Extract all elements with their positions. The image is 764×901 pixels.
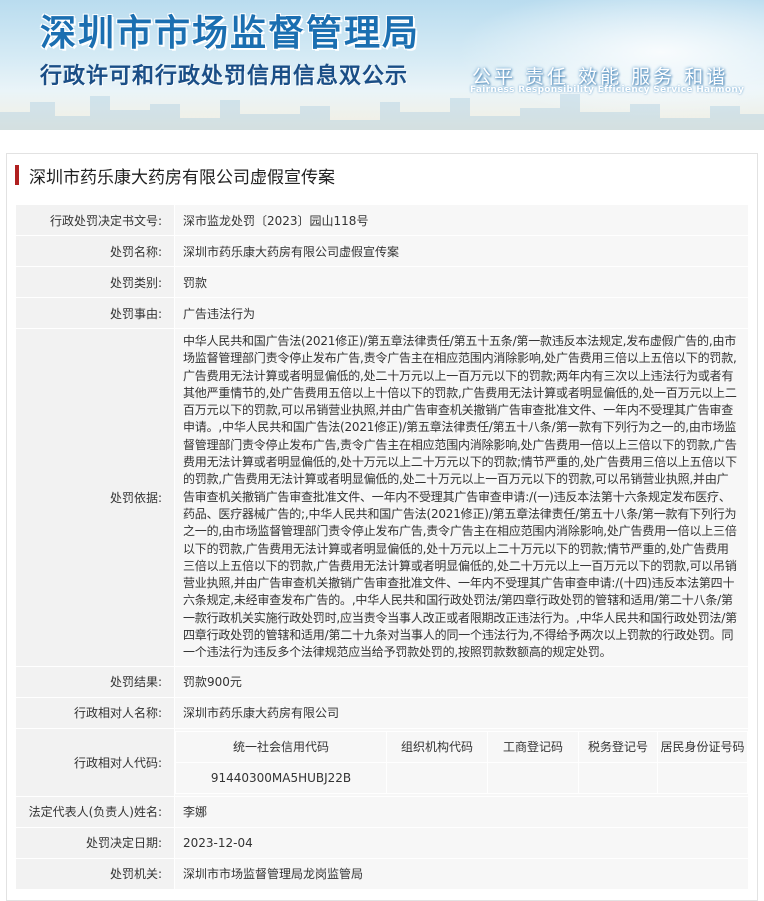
table-row: 处罚依据: 中华人民共和国广告法(2021修正)/第五章法律责任/第五十五条/第… [15,328,749,667]
penalty-reason-label: 处罚事由: [15,297,175,329]
penalty-name-label: 处罚名称: [15,235,175,267]
table-row: 行政相对人名称: 深圳市药乐康大药房有限公司 [15,696,749,729]
code-value-row: 91440300MA5HUBJ22B [175,761,748,794]
site-banner: 深圳市市场监督管理局 行政许可和行政处罚信用信息双公示 公平 责任 效能 服务 … [0,0,764,130]
penalty-result-label: 处罚结果: [15,665,175,698]
table-row: 行政处罚决定书文号: 深市监龙处罚〔2023〕园山118号 [15,204,749,236]
penalty-name-value: 深圳市药乐康大药房有限公司虚假宣传案 [174,235,749,267]
code-header-tax: 税务登记号 [578,730,658,763]
code-value-credit: 91440300MA5HUBJ22B [175,761,387,794]
table-row: 处罚名称: 深圳市药乐康大药房有限公司虚假宣传案 [15,235,749,267]
code-header-credit: 统一社会信用代码 [175,730,387,763]
party-code-label: 行政相对人代码: [15,727,175,797]
penalty-type-label: 处罚类别: [15,266,175,298]
table-row: 处罚事由: 广告违法行为 [15,297,749,329]
party-name-label: 行政相对人名称: [15,696,175,729]
code-value-id [657,761,748,794]
code-header-business: 工商登记码 [487,730,579,763]
penalty-basis-value: 中华人民共和国广告法(2021修正)/第五章法律责任/第五十五条/第一款违反本法… [174,328,749,667]
table-row: 法定代表人(负责人)姓名: 李娜 [15,795,749,828]
site-title: 深圳市市场监督管理局 [40,13,421,54]
code-header-row: 统一社会信用代码 组织机构代码 工商登记码 税务登记号 居民身份证号码 [175,730,748,763]
code-header-org: 组织机构代码 [386,730,488,763]
decision-no-label: 行政处罚决定书文号: [15,204,175,236]
code-value-business [487,761,579,794]
party-code-cell: 统一社会信用代码 组织机构代码 工商登记码 税务登记号 居民身份证号码 9144… [174,727,749,797]
legal-rep-label: 法定代表人(负责人)姓名: [15,795,175,828]
legal-rep-value: 李娜 [174,795,749,828]
site-slogan-english: Fairness Responsibility Efficiency Servi… [470,85,745,95]
case-title-bar: 深圳市药乐康大药房有限公司虚假宣传案 [7,154,757,196]
party-code-table: 统一社会信用代码 组织机构代码 工商登记码 税务登记号 居民身份证号码 9144… [175,730,748,794]
table-row: 处罚类别: 罚款 [15,266,749,298]
party-name-value: 深圳市药乐康大药房有限公司 [174,696,749,729]
code-value-tax [578,761,658,794]
penalty-org-value: 深圳市市场监督管理局龙岗监管局 [174,857,749,890]
site-subtitle: 行政许可和行政处罚信用信息双公示 [40,64,409,89]
penalty-info-table: 行政处罚决定书文号: 深市监龙处罚〔2023〕园山118号 处罚名称: 深圳市药… [15,204,749,890]
decision-date-value: 2023-12-04 [174,826,749,859]
table-row: 处罚机关: 深圳市市场监督管理局龙岗监管局 [15,857,749,890]
penalty-result-value: 罚款900元 [174,665,749,698]
code-value-org [386,761,488,794]
table-row: 行政相对人代码: 统一社会信用代码 组织机构代码 工商登记码 税务登记号 居民身… [15,727,749,797]
title-accent-bar [15,165,19,185]
decision-no-value: 深市监龙处罚〔2023〕园山118号 [174,204,749,236]
case-title: 深圳市药乐康大药房有限公司虚假宣传案 [29,167,335,188]
penalty-type-value: 罚款 [174,266,749,298]
penalty-reason-value: 广告违法行为 [174,297,749,329]
decision-date-label: 处罚决定日期: [15,826,175,859]
table-row: 处罚决定日期: 2023-12-04 [15,826,749,859]
penalty-org-label: 处罚机关: [15,857,175,890]
penalty-basis-label: 处罚依据: [15,328,175,667]
code-header-id: 居民身份证号码 [657,730,748,763]
table-row: 处罚结果: 罚款900元 [15,665,749,698]
